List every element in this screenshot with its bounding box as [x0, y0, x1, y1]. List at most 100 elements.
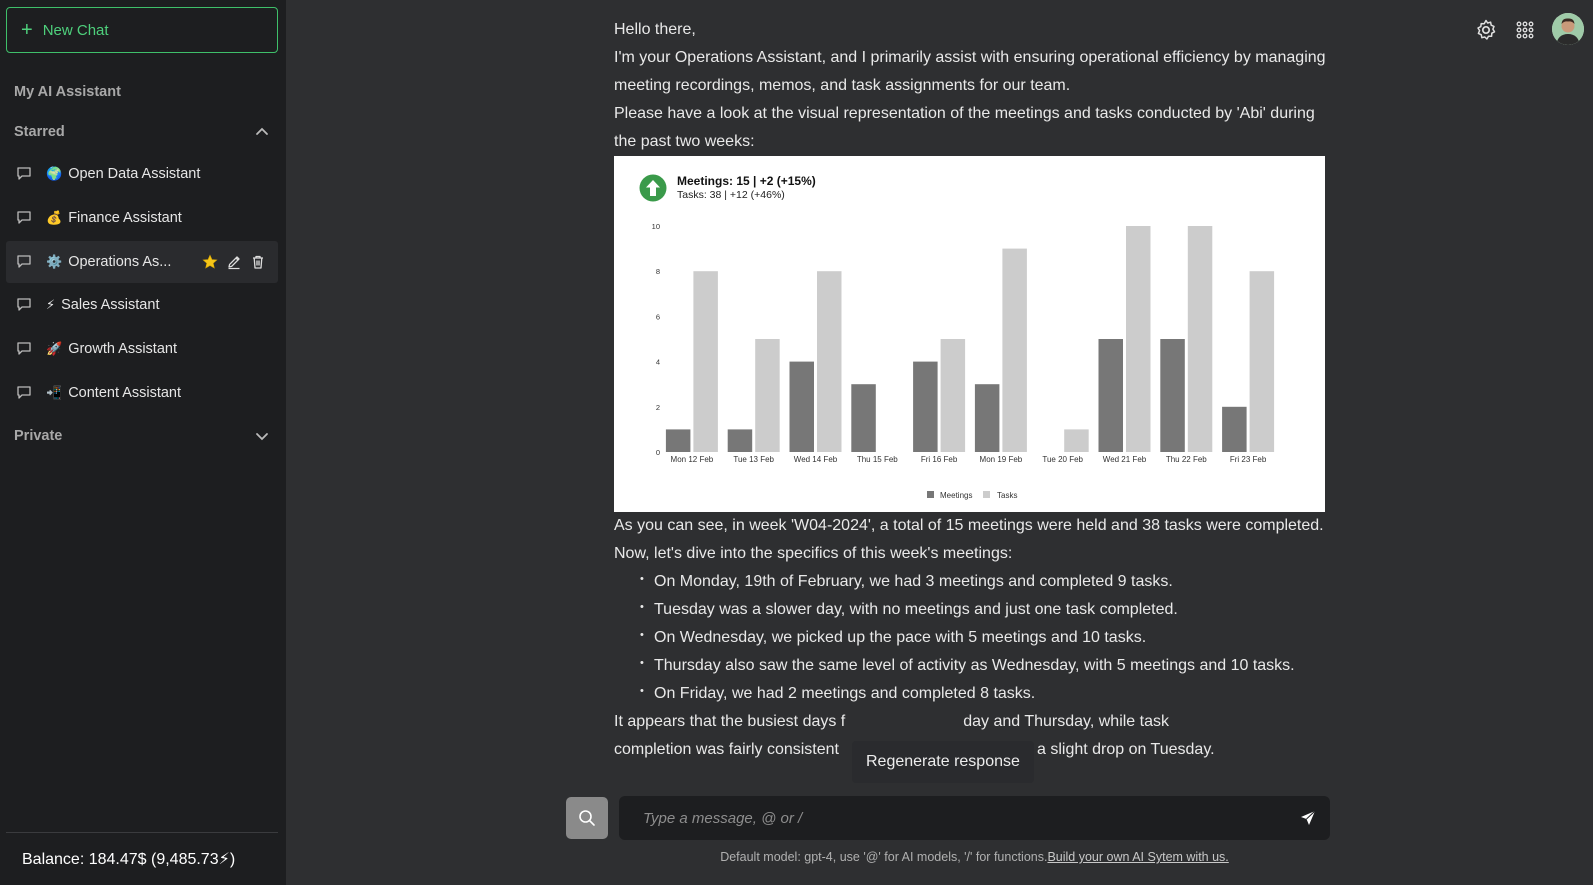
- chat-bubble-icon: [16, 340, 34, 358]
- y-tick-label: 0: [656, 448, 660, 457]
- chat-bubble-icon: [16, 165, 34, 183]
- chat-bubble-icon: [16, 253, 34, 271]
- search-button[interactable]: [566, 797, 608, 839]
- intro-text: I'm your Operations Assistant, and I pri…: [614, 49, 1326, 94]
- phone-icon: 📲: [46, 385, 63, 400]
- y-axis-ticks: 0 2 4 6 8 10: [652, 222, 660, 457]
- list-item: On Monday, 19th of February, we had 3 me…: [640, 565, 1334, 596]
- sidebar-item-label: Operations As...: [68, 254, 172, 270]
- x-tick-label: Fri 16 Feb: [921, 455, 958, 464]
- x-tick-label: Mon 19 Feb: [980, 455, 1023, 464]
- chat-bubble-icon: [16, 209, 34, 227]
- trash-icon[interactable]: [250, 254, 266, 270]
- private-title: Private: [14, 428, 63, 444]
- x-tick-label: Wed 14 Feb: [794, 455, 838, 464]
- balance-text: Balance: 184.47$ (9,485.73⚡): [22, 851, 236, 868]
- x-tick-label: Thu 15 Feb: [857, 455, 898, 464]
- chart-legend: Meetings Tasks: [927, 491, 1017, 500]
- sidebar-item-open-data-assistant[interactable]: 🌍 Open Data Assistant: [6, 153, 278, 195]
- meetings-tasks-chart: Meetings: 15 | +2 (+15%) Tasks: 38 | +12…: [614, 156, 1325, 512]
- settings-gear-icon[interactable]: [1474, 18, 1498, 42]
- x-tick-label: Tue 13 Feb: [733, 455, 774, 464]
- sidebar-item-label: Finance Assistant: [68, 210, 182, 226]
- bar-meetings: [1098, 339, 1123, 452]
- starred-title: Starred: [14, 124, 65, 140]
- sidebar-item-label: Sales Assistant: [61, 297, 160, 313]
- balance-area: Balance: 184.47$ (9,485.73⚡): [6, 832, 278, 885]
- apps-grid-icon[interactable]: [1513, 18, 1537, 42]
- bar-tasks: [1064, 429, 1089, 452]
- x-tick-label: Wed 21 Feb: [1103, 455, 1147, 464]
- bar-meetings: [1222, 406, 1247, 452]
- bar-tasks: [755, 339, 780, 452]
- bar-meetings: [974, 384, 1000, 452]
- sidebar-item-sales-assistant[interactable]: ⚡ Sales Assistant: [6, 284, 278, 326]
- sidebar-item-label: Growth Assistant: [68, 341, 177, 357]
- x-tick-label: Thu 22 Feb: [1166, 455, 1207, 464]
- y-tick-label: 10: [652, 222, 660, 231]
- chart-title: Meetings: 15 | +2 (+15%): [677, 174, 816, 188]
- visual-intro-text: Please have a look at the visual represe…: [614, 105, 1315, 150]
- regenerate-label: Regenerate response: [866, 753, 1020, 770]
- chevron-up-icon[interactable]: [254, 124, 270, 140]
- bar-tasks: [1126, 226, 1151, 452]
- item-actions: [202, 254, 266, 270]
- regenerate-response-button[interactable]: Regenerate response: [852, 741, 1034, 783]
- search-icon: [579, 810, 595, 826]
- greeting-text: Hello there,: [614, 21, 696, 38]
- sidebar-item-content-assistant[interactable]: 📲 Content Assistant: [6, 372, 278, 414]
- sidebar-item-label: Open Data Assistant: [68, 166, 201, 182]
- starred-section-header[interactable]: Starred: [14, 124, 270, 140]
- build-ai-system-link[interactable]: Build your own AI Sytem with us.: [1047, 850, 1228, 864]
- closing-part-c: completion was fairly consistent: [614, 741, 839, 758]
- footer-note: Default model: gpt-4, use '@' for AI mod…: [619, 850, 1330, 864]
- private-section-header[interactable]: Private: [14, 428, 270, 444]
- sidebar: + New Chat My AI Assistant Starred 🌍 Ope…: [0, 0, 286, 885]
- send-icon: [1301, 810, 1316, 825]
- bars: [665, 226, 1275, 452]
- lightning-icon: ⚡: [46, 297, 56, 312]
- x-tick-label: Tue 20 Feb: [1042, 455, 1083, 464]
- list-item: Tuesday was a slower day, with no meetin…: [640, 593, 1334, 624]
- y-tick-label: 8: [656, 267, 660, 276]
- assistant-message: Hello there, I'm your Operations Assista…: [614, 16, 1334, 764]
- globe-icon: 🌍: [46, 166, 63, 181]
- legend-label-tasks: Tasks: [997, 491, 1017, 500]
- summary-text: As you can see, in week 'W04-2024', a to…: [614, 517, 1324, 534]
- list-item: On Friday, we had 2 meetings and complet…: [640, 677, 1334, 708]
- bar-meetings: [851, 384, 876, 452]
- y-tick-label: 6: [656, 312, 660, 321]
- gear-emoji-icon: ⚙️: [46, 254, 63, 269]
- sidebar-item-label: Content Assistant: [68, 385, 182, 401]
- bar-meetings: [727, 429, 753, 452]
- dive-text: Now, let's dive into the specifics of th…: [614, 545, 1013, 562]
- legend-swatch-tasks: [983, 491, 990, 498]
- message-input[interactable]: [619, 796, 1286, 840]
- send-button[interactable]: [1286, 796, 1330, 840]
- bar-tasks: [1187, 226, 1213, 452]
- user-avatar[interactable]: [1552, 13, 1584, 45]
- footer-text: Default model: gpt-4, use '@' for AI mod…: [720, 850, 1048, 864]
- new-chat-label: New Chat: [42, 21, 109, 39]
- legend-label-meetings: Meetings: [940, 491, 972, 500]
- new-chat-button[interactable]: + New Chat: [6, 7, 278, 53]
- sidebar-item-growth-assistant[interactable]: 🚀 Growth Assistant: [6, 328, 278, 370]
- message-input-bar: [619, 796, 1330, 840]
- list-item: On Wednesday, we picked up the pace with…: [640, 621, 1334, 652]
- plus-icon: +: [21, 19, 33, 41]
- bar-tasks: [1002, 248, 1027, 452]
- sidebar-item-finance-assistant[interactable]: 💰 Finance Assistant: [6, 197, 278, 239]
- chat-bubble-icon: [16, 296, 34, 314]
- y-tick-label: 4: [656, 358, 660, 367]
- bar-meetings: [1160, 339, 1185, 452]
- edit-icon[interactable]: [226, 254, 242, 270]
- chevron-down-icon[interactable]: [254, 428, 270, 444]
- chat-bubble-icon: [16, 384, 34, 402]
- closing-part-d: a slight drop on Tuesday.: [1036, 741, 1215, 758]
- my-ai-assistant-title[interactable]: My AI Assistant: [14, 84, 121, 100]
- sidebar-item-operations-assistant[interactable]: ⚙️ Operations As...: [6, 241, 278, 283]
- x-tick-label: Mon 12 Feb: [671, 455, 714, 464]
- star-icon[interactable]: [202, 254, 218, 270]
- bar-meetings: [913, 361, 938, 452]
- bar-tasks: [1249, 271, 1275, 452]
